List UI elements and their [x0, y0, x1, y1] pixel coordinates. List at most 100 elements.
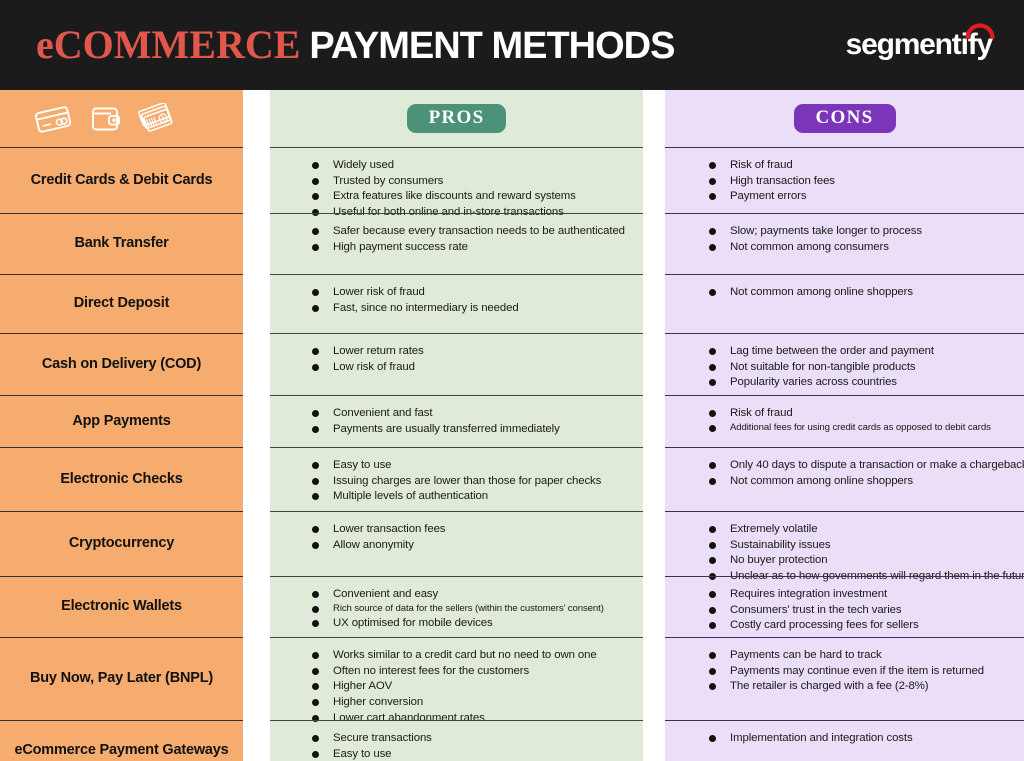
list-item: Often no interest fees for the customers [312, 664, 633, 678]
table-row: Risk of fraud Additional fees for using c… [665, 395, 1024, 447]
list-item: Convenient and easy [312, 587, 633, 601]
pros-list: Lower transaction fees Allow anonymity [270, 512, 643, 563]
table-row: Secure transactions Easy to use [270, 720, 643, 761]
cons-list: Payments can be hard to track Payments ma… [665, 638, 1024, 705]
table-row: Payments can be hard to track Payments ma… [665, 637, 1024, 720]
list-item: Consumers' trust in the tech varies [709, 603, 1014, 617]
list-item: Additional fees for using credit cards a… [709, 422, 1014, 434]
table-row: Only 40 days to dispute a transaction or… [665, 447, 1024, 511]
column-payment-methods: Credit Cards & Debit Cards Bank Transfer D… [0, 90, 243, 761]
method-name: Direct Deposit [73, 295, 170, 312]
list-item: Payments can be hard to track [709, 648, 1014, 662]
pros-list: Secure transactions Easy to use [270, 721, 643, 761]
list-item: Extra features like discounts and reward… [312, 189, 633, 203]
cons-list: Not common among online shoppers [665, 275, 1024, 311]
table-row: Direct Deposit [0, 274, 243, 333]
pros-badge: PROS [406, 104, 507, 133]
list-item: Implementation and integration costs [709, 731, 1014, 745]
list-item: Popularity varies across countries [709, 375, 1014, 389]
list-item: Easy to use [312, 458, 633, 472]
list-item: Requires integration investment [709, 587, 1014, 601]
list-item: Only 40 days to dispute a transaction or… [709, 458, 1024, 472]
list-item: Works similar to a credit card but no ne… [312, 648, 633, 662]
table-row: Slow; payments take longer to process Not… [665, 213, 1024, 274]
pros-list: Lower return rates Low risk of fraud [270, 334, 643, 385]
list-item: The retailer is charged with a fee (2-8%… [709, 679, 1014, 693]
cons-list: Risk of fraud Additional fees for using c… [665, 396, 1024, 445]
list-item: Lag time between the order and payment [709, 344, 1014, 358]
list-item: Convenient and fast [312, 406, 633, 420]
credit-card-icon [34, 104, 72, 134]
cons-list: Requires integration investment Consumers… [665, 577, 1024, 644]
list-item: Payments may continue even if the item i… [709, 664, 1014, 678]
list-item: Lower risk of fraud [312, 285, 633, 299]
list-item: Trusted by consumers [312, 174, 633, 188]
list-item: Payment errors [709, 189, 1014, 203]
methods-rows: Credit Cards & Debit Cards Bank Transfer D… [0, 147, 243, 761]
list-item: Multiple levels of authentication [312, 489, 633, 503]
table-row: Lower transaction fees Allow anonymity [270, 511, 643, 576]
column-pros: PROS Widely used Trusted by consumers Extr… [270, 90, 643, 761]
table-row: App Payments [0, 395, 243, 447]
table-row: Requires integration investment Consumers… [665, 576, 1024, 637]
table-row: Convenient and easy Rich source of data f… [270, 576, 643, 637]
table-columns: Credit Cards & Debit Cards Bank Transfer D… [0, 90, 1024, 761]
list-item: Higher AOV [312, 679, 633, 693]
method-name: Electronic Checks [60, 470, 183, 487]
table-row: Widely used Trusted by consumers Extra fea… [270, 147, 643, 218]
list-item: UX optimised for mobile devices [312, 616, 633, 630]
list-item: Costly card processing fees for sellers [709, 618, 1014, 632]
cons-badge: CONS [793, 104, 896, 133]
table-row: Lower return rates Low risk of fraud [270, 333, 643, 395]
infographic-page: eCOMMERCE PAYMENT METHODS segmentify Cre… [0, 0, 1024, 761]
table-row: Lower risk of fraud Fast, since no interm… [270, 274, 643, 333]
list-item: Risk of fraud [709, 406, 1014, 420]
table-row: Extremely volatile Sustainability issues N… [665, 511, 1024, 582]
list-item: Lower return rates [312, 344, 633, 358]
list-item: High payment success rate [312, 240, 633, 254]
list-item: Fast, since no intermediary is needed [312, 301, 633, 315]
table-row: Bank Transfer [0, 213, 243, 274]
list-item: Lower transaction fees [312, 522, 633, 536]
method-name: Bank Transfer [74, 235, 169, 252]
cons-list: Lag time between the order and payment No… [665, 334, 1024, 401]
table-row: Buy Now, Pay Later (BNPL) [0, 637, 243, 720]
cons-rows: Risk of fraud High transaction fees Paymen… [665, 147, 1024, 761]
list-item: Risk of fraud [709, 158, 1014, 172]
wallet-icon [89, 104, 121, 134]
table-row: Credit Cards & Debit Cards [0, 147, 243, 213]
pros-list: Easy to use Issuing charges are lower tha… [270, 448, 643, 515]
list-item: Easy to use [312, 747, 633, 761]
table-row: Electronic Checks [0, 447, 243, 511]
table-row: Risk of fraud High transaction fees Paymen… [665, 147, 1024, 213]
cons-column-header: CONS [665, 90, 1024, 147]
list-item: High transaction fees [709, 174, 1014, 188]
method-name: eCommerce Payment Gateways [14, 742, 229, 759]
pros-list: Lower risk of fraud Fast, since no interm… [270, 275, 643, 326]
list-item: Sustainability issues [709, 538, 1014, 552]
title-ecommerce: eCOMMERCE [36, 22, 301, 67]
method-name: Cryptocurrency [68, 535, 175, 552]
table-row: Safer because every transaction needs to… [270, 213, 643, 274]
cons-list: Slow; payments take longer to process Not… [665, 214, 1024, 265]
methods-column-header [0, 90, 243, 147]
list-item: Secure transactions [312, 731, 633, 745]
title-payment-methods: PAYMENT METHODS [309, 25, 675, 67]
table-row: Easy to use Issuing charges are lower tha… [270, 447, 643, 511]
list-item: Issuing charges are lower than those for… [312, 474, 633, 488]
list-item: Not common among online shoppers [709, 285, 1014, 299]
cons-list: Only 40 days to dispute a transaction or… [665, 448, 1024, 499]
table-row: Cryptocurrency [0, 511, 243, 576]
pros-list: Convenient and easy Rich source of data f… [270, 577, 643, 642]
list-item: Not common among consumers [709, 240, 1014, 254]
method-name: Buy Now, Pay Later (BNPL) [30, 670, 213, 687]
page-header: eCOMMERCE PAYMENT METHODS segmentify [0, 0, 1024, 90]
method-name: App Payments [72, 412, 171, 429]
payment-icons-group [34, 102, 176, 135]
cons-list: Risk of fraud High transaction fees Paymen… [665, 148, 1024, 215]
table-row: Implementation and integration costs [665, 720, 1024, 761]
list-item: Payments are usually transferred immedia… [312, 422, 633, 436]
segmentify-logo: segmentify [846, 17, 996, 73]
table-row: Convenient and fast Payments are usually … [270, 395, 643, 447]
table-row: Lag time between the order and payment No… [665, 333, 1024, 395]
